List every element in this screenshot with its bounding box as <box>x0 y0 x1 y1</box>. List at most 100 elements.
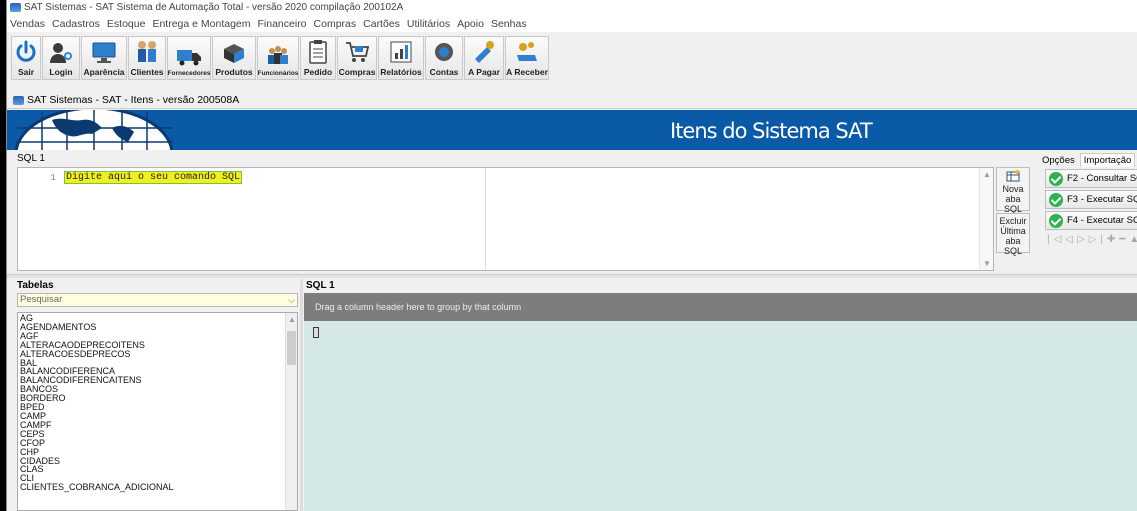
tables-scrollbar[interactable]: ▲ <box>285 313 297 510</box>
tab-opcoes[interactable]: Opções <box>1038 153 1079 167</box>
login-label: Login <box>49 67 73 77</box>
nav-prev-icon[interactable]: ◁ <box>1065 234 1077 245</box>
pedido-label: Pedido <box>303 67 333 77</box>
table-list-item[interactable]: CLIENTES_COBRANCA_ADICIONAL <box>20 483 174 492</box>
line-number: 1 <box>50 172 56 183</box>
vertical-splitter[interactable] <box>300 279 303 511</box>
tables-panel: Tabelas Pesquisar ⌵ AG AGENDAMENTOS AGF ALT… <box>17 279 298 511</box>
tables-search-input[interactable]: Pesquisar ⌵ <box>17 293 298 307</box>
user-key-icon <box>50 43 72 63</box>
check-icon <box>1049 213 1063 228</box>
menu-cartoes[interactable]: Cartões <box>363 18 400 30</box>
main-window: SAT Sistemas - SAT Sistema de Automação … <box>6 0 1137 511</box>
new-tab-label: Nova aba SQL <box>1002 184 1024 214</box>
produtos-button[interactable]: Produtos <box>212 36 256 80</box>
monitor-icon <box>92 42 116 63</box>
table-list-item[interactable]: ALTERACOESDEPRECOS <box>20 349 174 359</box>
editor-scrollbar[interactable]: ▲ ▼ <box>979 168 993 270</box>
nav-delete-icon[interactable]: ━ <box>1119 234 1129 245</box>
new-sql-tab-button[interactable]: Nova aba SQL <box>996 167 1030 214</box>
delete-sql-tab-button[interactable]: Excluir Última aba SQL <box>996 213 1030 256</box>
executar-script-button[interactable]: F4 - Executar SCRIPT <box>1045 211 1137 230</box>
scroll-thumb[interactable] <box>287 331 296 365</box>
chevron-down-icon[interactable]: ⌵ <box>288 294 295 306</box>
tab-sql1[interactable]: SQL 1 <box>17 153 45 164</box>
nav-up-icon[interactable]: ▲ <box>1129 234 1137 245</box>
row-indicator-icon <box>313 327 319 338</box>
nav-first-icon[interactable]: |◁ <box>1047 234 1065 245</box>
contas-label: Contas <box>429 67 459 77</box>
subwindow-logo-icon <box>13 95 24 105</box>
scroll-up-icon[interactable]: ▲ <box>983 170 991 179</box>
pedido-button[interactable]: Pedido <box>300 36 336 80</box>
sql-editor[interactable]: 1 Digite aqui o seu comando SQL ▲ ▼ <box>17 167 994 271</box>
record-navigator: |◁◁▷▷|✚━▲ <box>1047 234 1137 245</box>
results-heading: SQL 1 <box>304 279 1137 293</box>
sair-button[interactable]: Sair <box>11 36 41 80</box>
nav-last-icon[interactable]: ▷| <box>1089 234 1107 245</box>
menu-apoio[interactable]: Apoio <box>457 18 484 30</box>
group-by-panel[interactable]: Drag a column header here to group by th… <box>304 293 1137 321</box>
coins-icon <box>435 43 453 61</box>
table-list-item[interactable]: CFOP <box>20 438 174 448</box>
aparencia-button[interactable]: Aparência <box>81 36 127 80</box>
nav-add-icon[interactable]: ✚ <box>1107 234 1119 245</box>
sql-code-text[interactable]: Digite aqui o seu comando SQL <box>64 171 243 184</box>
tab-importacao[interactable]: Importação <box>1079 153 1136 167</box>
subwindow-title-bar: SAT Sistemas - SAT - Itens - versão 2005… <box>7 92 1137 109</box>
options-tabs: Opções Importação <box>1037 150 1137 167</box>
produtos-label: Produtos <box>215 67 253 77</box>
tables-list[interactable]: AG AGENDAMENTOS AGF ALTERACAODEPRECOITENS AL… <box>17 312 298 511</box>
check-icon <box>1049 171 1063 186</box>
a-receber-button[interactable]: A Receber <box>505 36 549 80</box>
menu-utilitarios[interactable]: Utilitários <box>407 18 450 30</box>
fornecedores-button[interactable]: Fornecedores <box>167 36 211 80</box>
compras-label: Compras <box>338 67 376 77</box>
consultar-sql-button[interactable]: F2 - Consultar SQL <box>1045 169 1137 188</box>
chart-icon <box>390 41 412 63</box>
power-icon <box>16 40 36 62</box>
header-banner: Itens do Sistema SAT <box>7 110 1137 150</box>
horizontal-splitter[interactable] <box>7 274 1137 278</box>
menu-estoque[interactable]: Estoque <box>107 18 146 30</box>
contas-button[interactable]: Contas <box>425 36 463 80</box>
truck-icon <box>177 50 201 66</box>
app-logo-icon <box>10 3 21 12</box>
a-pagar-label: A Pagar <box>468 67 500 77</box>
results-panel: SQL 1 Drag a column header here to group… <box>304 279 1137 511</box>
cart-icon <box>346 42 370 62</box>
scroll-up-icon[interactable]: ▲ <box>288 315 296 324</box>
menu-entrega-montagem[interactable]: Entrega e Montagem <box>152 18 250 30</box>
nav-next-icon[interactable]: ▷ <box>1077 234 1089 245</box>
boxes-icon <box>224 44 244 63</box>
executar-sql-button[interactable]: F3 - Executar SQL <box>1045 190 1137 209</box>
menu-financeiro[interactable]: Financeiro <box>258 18 307 30</box>
search-placeholder: Pesquisar <box>20 294 63 305</box>
relatorios-button[interactable]: Relatórios <box>378 36 424 80</box>
money-out-icon <box>475 41 494 63</box>
delete-tab-label: Excluir Última aba SQL <box>999 216 1027 256</box>
table-list-item[interactable]: AGENDAMENTOS <box>20 322 174 332</box>
menu-compras[interactable]: Compras <box>314 18 357 30</box>
results-grid[interactable] <box>304 321 1137 511</box>
scroll-down-icon[interactable]: ▼ <box>983 259 991 268</box>
money-in-icon <box>517 42 537 61</box>
login-button[interactable]: Login <box>42 36 80 80</box>
compras-button[interactable]: Compras <box>337 36 377 80</box>
options-panel: Opções Importação F2 - Consultar SQL F3 … <box>1037 150 1137 270</box>
clientes-button[interactable]: Clientes <box>128 36 166 80</box>
funcionarios-button[interactable]: Funcionários <box>257 36 299 80</box>
executar-script-label: F4 - Executar SCRIPT <box>1067 215 1137 226</box>
tables-list-items: AG AGENDAMENTOS AGF ALTERACAODEPRECOITENS AL… <box>20 314 174 492</box>
menu-cadastros[interactable]: Cadastros <box>52 18 100 30</box>
globe-icon <box>14 110 174 150</box>
menu-senhas[interactable]: Senhas <box>491 18 527 30</box>
funcionarios-label: Funcionários <box>257 70 299 77</box>
a-receber-label: A Receber <box>506 67 548 77</box>
sair-label: Sair <box>17 67 35 77</box>
table-list-item[interactable]: CLAS <box>20 465 174 474</box>
team-icon <box>268 46 288 64</box>
menu-vendas[interactable]: Vendas <box>10 18 45 30</box>
clipboard-icon <box>309 40 327 64</box>
a-pagar-button[interactable]: A Pagar <box>464 36 504 80</box>
